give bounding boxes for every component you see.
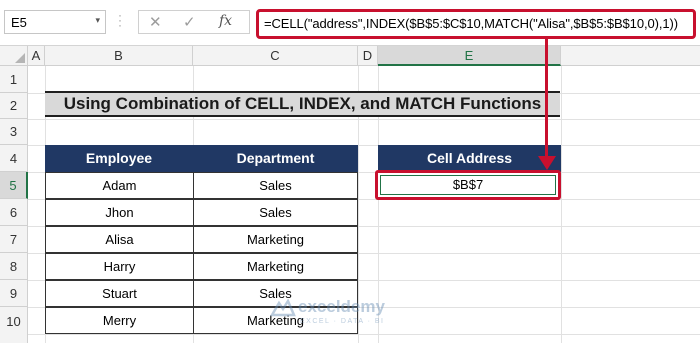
gridline [28,119,700,120]
arrow-shaft [545,39,548,163]
column-header-d[interactable]: D [358,46,378,66]
column-header-e[interactable]: E [378,46,561,66]
sheet-title[interactable]: Using Combination of CELL, INDEX, and MA… [45,91,560,117]
column-header-a[interactable]: A [28,46,45,66]
table-cell-employee[interactable]: Merry [45,307,194,334]
select-all-corner[interactable] [0,46,28,66]
gridline [561,66,562,343]
header-department[interactable]: Department [193,145,358,172]
formula-bar: E5 ▾ · · · ✕ ✓ fx =CELL("address",INDEX($B… [0,0,700,46]
select-all-icon [15,53,25,63]
row-header-2[interactable]: 2 [0,93,28,119]
formula-input[interactable]: =CELL("address",INDEX($B$5:$C$10,MATCH("… [256,9,696,39]
column-header-blank[interactable] [561,46,700,66]
row-header-5[interactable]: 5 [0,172,28,199]
formula-buttons: ✕ ✓ fx [138,10,250,34]
header-cell-address[interactable]: Cell Address [378,145,561,172]
name-box[interactable]: E5 ▾ [4,10,106,34]
table-cell-employee[interactable]: Adam [45,172,194,199]
watermark-tagline: EXCEL · DATA · BI [300,318,385,325]
gridline [28,334,700,335]
row-header-6[interactable]: 6 [0,199,28,226]
enter-icon[interactable]: ✓ [183,13,196,31]
result-value: $B$7 [452,177,484,192]
exceldemy-logo-icon [270,299,296,317]
table-cell-department[interactable]: Sales [193,172,358,199]
result-cell-e5[interactable]: $B$7 [375,170,561,200]
header-employee[interactable]: Employee [45,145,194,172]
row-header-7[interactable]: 7 [0,226,28,253]
cancel-icon[interactable]: ✕ [149,13,162,31]
table-cell-department[interactable]: Marketing [193,226,358,253]
table-cell-employee[interactable]: Stuart [45,280,194,307]
row-header-4[interactable]: 4 [0,145,28,172]
row-header-3[interactable]: 3 [0,119,28,145]
watermark-name: exceldemy [298,297,385,316]
row-header-8[interactable]: 8 [0,253,28,280]
arrow-head-icon [538,156,556,170]
row-header-1[interactable]: 1 [0,66,28,93]
row-header-10[interactable]: 10 [0,307,28,343]
drag-handle-icon[interactable]: · · · [118,9,122,31]
column-header-b[interactable]: B [45,46,193,66]
row-header-9[interactable]: 9 [0,280,28,307]
name-box-dropdown-icon[interactable]: ▾ [95,15,100,26]
table-cell-department[interactable]: Marketing [193,253,358,280]
column-header-c[interactable]: C [193,46,358,66]
table-cell-employee[interactable]: Jhon [45,199,194,226]
table-cell-employee[interactable]: Alisa [45,226,194,253]
formula-text: =CELL("address",INDEX($B$5:$C$10,MATCH("… [264,16,678,31]
table-cell-employee[interactable]: Harry [45,253,194,280]
name-box-value: E5 [11,15,27,30]
insert-function-icon[interactable]: fx [219,13,232,29]
table-cell-department[interactable]: Sales [193,199,358,226]
